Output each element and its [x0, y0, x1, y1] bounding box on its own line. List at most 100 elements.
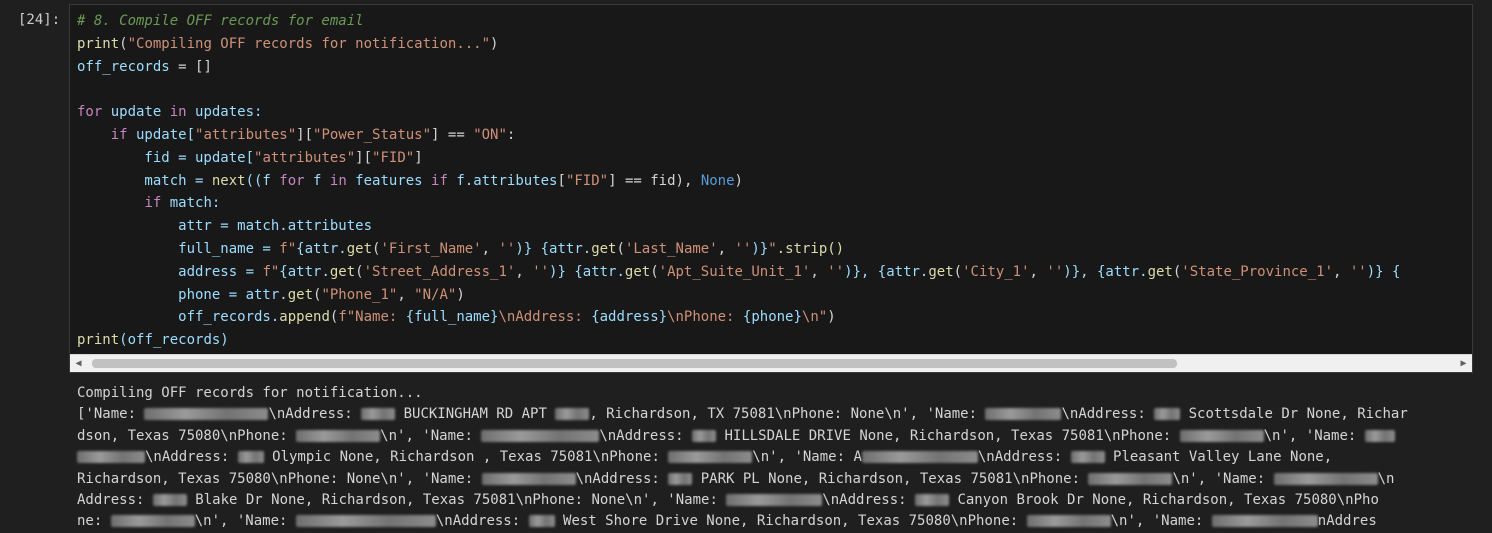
code-line[interactable]: full_name = f"{attr.get('First_Name', ''…	[77, 238, 1400, 261]
code-token: ''	[827, 263, 845, 280]
code-line[interactable]: print(off_records)	[77, 329, 1400, 352]
redacted-text	[481, 472, 576, 485]
code-token: get	[346, 240, 373, 257]
output-text: \nAddress:	[435, 513, 529, 530]
code-token: )	[490, 35, 499, 52]
code-token: off_records.	[77, 309, 280, 326]
output-line: ['Name: \nAddress: BUCKINGHAM RD APT , R…	[77, 404, 1477, 425]
code-line[interactable]: print("Compiling OFF records for notific…	[77, 33, 1400, 56]
code-token: for	[279, 172, 305, 189]
code-token: 'Apt_Suite_Unit_1'	[658, 263, 811, 280]
code-token: )	[456, 286, 465, 303]
output-text: \nAddress:	[575, 470, 669, 487]
output-text: nAddres	[1317, 513, 1377, 530]
redacted-text	[555, 408, 590, 421]
output-text: \n', 'Name:	[194, 513, 296, 530]
redacted-text	[1211, 515, 1318, 528]
code-editor[interactable]: # 8. Compile OFF records for email print(…	[77, 10, 1400, 352]
code-token: print	[77, 332, 120, 349]
code-token: get	[591, 240, 617, 257]
output-text: Address:	[77, 492, 153, 509]
redacted-text	[668, 451, 753, 464]
code-token: 'Last_Name'	[624, 240, 718, 257]
redacted-text	[1070, 451, 1105, 464]
code-cell[interactable]: # 8. Compile OFF records for email print(…	[69, 4, 1473, 373]
scrollbar-thumb[interactable]	[92, 359, 1177, 368]
output-line: Address: Blake Dr None, Richardson, Texa…	[77, 490, 1477, 511]
code-token: match:	[161, 195, 221, 212]
output-text: \nAddress:	[268, 406, 362, 423]
code-token: off_records	[77, 58, 170, 75]
code-token: match =	[77, 172, 212, 189]
code-token: []	[195, 58, 212, 75]
code-line[interactable]: address = f"{attr.get('Street_Address_1'…	[77, 261, 1400, 284]
output-text: \nAddress:	[599, 427, 693, 444]
code-token: "attributes"	[254, 149, 356, 166]
code-token: {phone}	[742, 309, 802, 326]
code-line[interactable]: if update["attributes"]["Power_Status"] …	[77, 124, 1400, 147]
output-text: Canyon Brook Dr None, Richardson, Texas …	[949, 492, 1379, 509]
code-token: (off_records)	[119, 332, 229, 349]
redacted-text	[110, 515, 195, 528]
code-line[interactable]: off_records = []	[77, 56, 1400, 79]
code-line[interactable]	[77, 78, 1400, 101]
redacted-text	[985, 408, 1062, 421]
horizontal-scrollbar[interactable]: ◀ ▶	[70, 354, 1472, 372]
output-text: \n', 'Name: A	[752, 449, 862, 466]
redacted-text	[481, 429, 600, 442]
scroll-left-icon[interactable]: ◀	[70, 355, 87, 372]
code-line[interactable]: # 8. Compile OFF records for email	[77, 10, 1400, 33]
code-token: .strip()	[776, 240, 845, 257]
code-token: {full_name}	[405, 309, 499, 326]
code-token: get	[329, 263, 356, 280]
code-line[interactable]: match = next((f for f in features if f.a…	[77, 170, 1400, 193]
code-token: ,	[717, 240, 735, 257]
code-token: \n"	[801, 309, 828, 326]
code-token: "Compiling OFF records for notification.…	[127, 35, 491, 52]
output-text: \nAddress:	[822, 492, 916, 509]
code-line[interactable]: phone = attr.get("Phone_1", "N/A")	[77, 284, 1400, 307]
code-token: (	[616, 240, 625, 257]
redacted-text	[296, 429, 381, 442]
code-token: if	[144, 195, 162, 212]
code-token: # 8. Compile OFF records for email	[77, 13, 364, 29]
code-token: )}, {attr.	[844, 263, 929, 280]
code-line[interactable]: for update in updates:	[77, 101, 1400, 124]
code-token: ((f	[245, 172, 280, 189]
scroll-right-icon[interactable]: ▶	[1455, 355, 1472, 372]
output-text: ne:	[77, 513, 111, 530]
redacted-text	[915, 494, 950, 507]
code-token: (	[650, 263, 659, 280]
code-token: ][	[355, 149, 373, 166]
redacted-text	[1273, 472, 1378, 485]
code-token: ,	[810, 263, 828, 280]
code-token: print	[77, 35, 120, 52]
code-line[interactable]: attr = match.attributes	[77, 215, 1400, 238]
code-token: )}	[751, 240, 769, 257]
output-text: HILLSDALE DRIVE None, Richardson, Texas …	[716, 427, 1180, 444]
redacted-text	[1088, 472, 1173, 485]
output-text: Richardson, Texas 75080\nPhone: None\n',…	[77, 470, 482, 487]
code-line[interactable]: fid = update["attributes"]["FID"]	[77, 147, 1400, 170]
code-token: "attributes"	[195, 126, 297, 143]
output-text: Pleasant Valley Lane None,	[1104, 449, 1333, 466]
code-token: address =	[77, 263, 263, 280]
code-token: )	[827, 309, 836, 326]
code-token: attributes	[473, 172, 558, 189]
code-line[interactable]: off_records.append(f"Name: {full_name}\n…	[77, 306, 1400, 329]
code-token: =	[169, 58, 196, 75]
code-token: updates:	[186, 104, 263, 121]
cell-output: Compiling OFF records for notification..…	[77, 383, 1477, 533]
code-token: f"	[279, 240, 297, 257]
code-token: in	[169, 104, 187, 121]
output-text: ['Name:	[77, 406, 145, 423]
output-text: \n', 'Name:	[1110, 513, 1212, 530]
code-token: f"Name:	[338, 309, 406, 326]
code-line[interactable]: if match:	[77, 192, 1400, 215]
redacted-text	[144, 408, 269, 421]
code-token: "N/A"	[414, 286, 457, 303]
code-token: "FID"	[565, 172, 609, 189]
redacted-text	[726, 494, 823, 507]
